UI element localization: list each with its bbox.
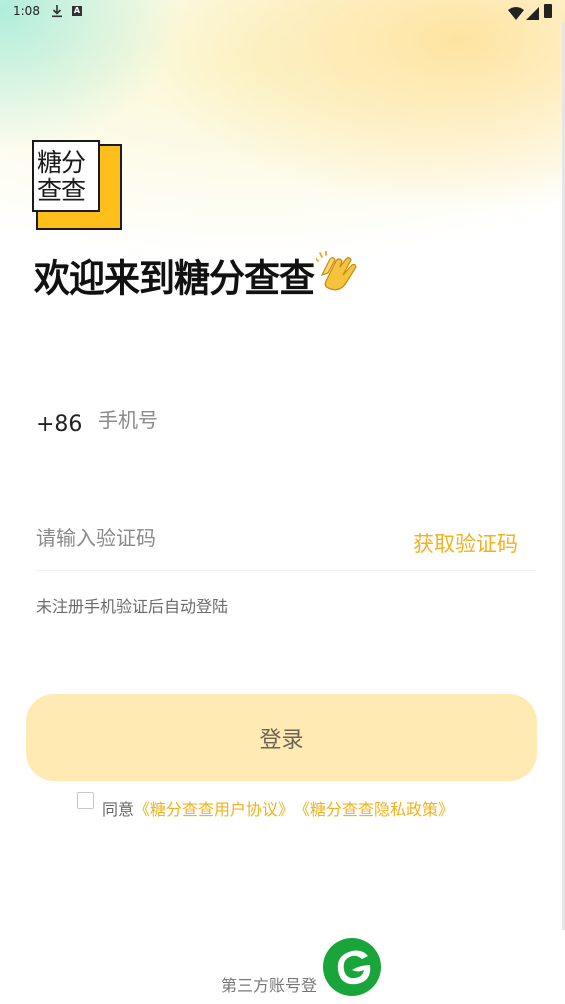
welcome-title: 欢迎来到糖分查查	[34, 258, 315, 302]
wifi-icon	[508, 5, 524, 24]
welcome-heading: 欢迎来到糖分查查	[34, 249, 358, 302]
logo-text-line2: 查查	[37, 176, 86, 205]
app-logo: 糖分 查查	[32, 140, 122, 230]
verification-code-input[interactable]	[36, 518, 376, 558]
login-button[interactable]: 登录	[26, 694, 537, 781]
clapping-hands-icon	[315, 249, 358, 302]
user-agreement-link[interactable]: 《糖分查查用户协议》	[134, 796, 294, 820]
logo-face: 糖分 查查	[32, 140, 100, 212]
agreement-row: 同意 《糖分查查用户协议》 《糖分查查隐私政策》	[77, 788, 454, 820]
country-code[interactable]: +86	[36, 412, 82, 437]
auto-login-hint: 未注册手机验证后自动登陆	[36, 597, 229, 616]
phone-number-input[interactable]	[98, 400, 528, 440]
third-party-login-label: 第三方账号登	[221, 976, 318, 995]
agreement-checkbox[interactable]	[77, 791, 94, 809]
download-icon	[50, 3, 64, 22]
agreement-prefix: 同意	[102, 800, 135, 819]
battery-icon	[544, 4, 552, 18]
logo-text-line1: 糖分	[37, 148, 86, 177]
accessibility-a-icon: A	[72, 6, 82, 16]
status-bar: 1:08 A	[0, 0, 565, 24]
privacy-policy-link[interactable]: 《糖分查查隐私政策》	[294, 796, 454, 820]
signal-icon	[526, 5, 539, 24]
code-input-divider	[36, 570, 536, 571]
get-verification-code-button[interactable]: 获取验证码	[413, 528, 518, 558]
green-g-leaf-icon[interactable]	[322, 937, 382, 997]
status-time: 1:08	[13, 4, 40, 18]
